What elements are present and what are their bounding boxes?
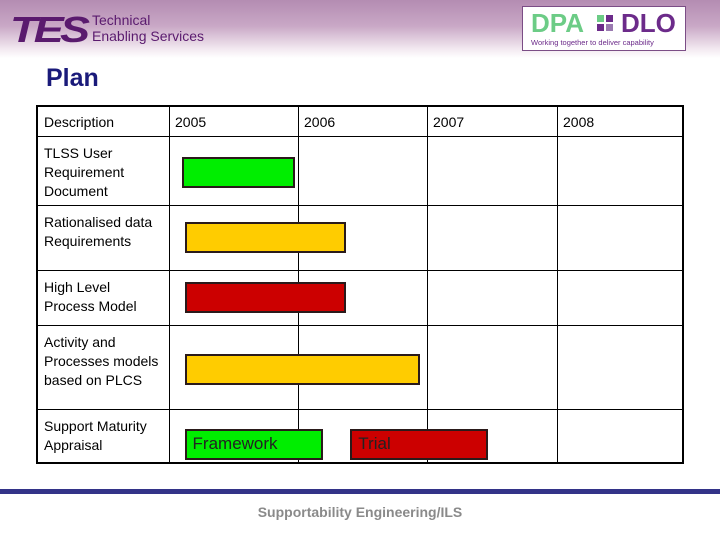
gantt-bar bbox=[184, 222, 347, 253]
dpa-dlo-logo: DPA DLO Working together to deliver capa… bbox=[522, 6, 686, 51]
logo-tagline: Working together to deliver capability bbox=[531, 38, 654, 47]
squares-icon bbox=[597, 15, 613, 31]
column-header: 2006 bbox=[304, 114, 336, 130]
gantt-bar bbox=[184, 354, 421, 385]
row-label: Support Maturity Appraisal bbox=[44, 418, 147, 453]
row-divider bbox=[38, 205, 682, 206]
column-header: 2008 bbox=[563, 114, 595, 130]
column-header: Description bbox=[44, 114, 115, 130]
gantt-bar bbox=[181, 157, 295, 188]
row-label: TLSS User Requirement Document bbox=[44, 145, 125, 199]
page-title: Plan bbox=[46, 64, 99, 92]
plan-table: Description 2005 2006 2007 2008 TLSS User Req… bbox=[36, 105, 684, 464]
row-label: Rationalised data Requirements bbox=[44, 214, 153, 249]
dlo-text: DLO bbox=[621, 8, 676, 38]
gantt-bar: Trial bbox=[350, 429, 488, 460]
tes-logo-text: Technical Enabling Services bbox=[92, 12, 204, 44]
footer-text: Supportability Engineering/ILS bbox=[257, 504, 463, 520]
row-divider bbox=[38, 409, 682, 410]
column-header: 2007 bbox=[433, 114, 465, 130]
row-divider bbox=[38, 270, 682, 271]
dpa-text: DPA bbox=[531, 8, 584, 38]
gantt-bar: Framework bbox=[184, 429, 324, 460]
gantt-bar bbox=[184, 282, 347, 313]
header-banner: TES Technical Enabling Services DPA DLO … bbox=[0, 0, 720, 58]
row-divider bbox=[38, 136, 682, 137]
tes-line2: Enabling Services bbox=[92, 28, 205, 44]
footer-divider bbox=[0, 489, 720, 494]
row-label: Activity and Processes models based on P… bbox=[44, 334, 159, 388]
column-header: 2005 bbox=[175, 114, 207, 130]
tes-line1: Technical bbox=[92, 12, 151, 28]
row-label: High Level Process Model bbox=[44, 279, 137, 314]
tes-logo: TES bbox=[10, 9, 90, 50]
row-divider bbox=[38, 325, 682, 326]
